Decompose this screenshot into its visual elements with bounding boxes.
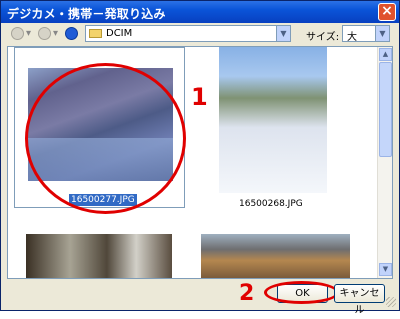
thumbnail-item[interactable]: 16500268.JPG <box>206 47 366 208</box>
folder-path-select[interactable]: DCIM ▼ <box>85 25 291 42</box>
back-icon <box>11 27 24 40</box>
thumbnail-item[interactable] <box>22 233 172 278</box>
folder-path-value: DCIM <box>106 28 133 39</box>
thumbnail-item[interactable] <box>201 233 351 278</box>
title-bar[interactable]: デジカメ・携帯－発取り込み × <box>1 1 399 23</box>
annotation-step-2: 2 <box>239 281 255 306</box>
close-button[interactable]: × <box>378 3 396 21</box>
thumbnail-filename: 16500268.JPG <box>239 199 303 208</box>
import-dialog: デジカメ・携帯－発取り込み × ▾ ▾ DCIM ▼ サイズ: 大 ▼ 1650… <box>0 0 400 316</box>
up-button[interactable] <box>65 25 78 42</box>
close-icon: × <box>381 3 393 19</box>
forward-dropdown-icon: ▾ <box>53 28 59 39</box>
thumbnail-image <box>219 47 327 193</box>
forward-button[interactable]: ▾ <box>38 25 58 42</box>
size-select[interactable]: 大 ▼ <box>342 25 390 43</box>
size-value: 大 <box>347 32 357 43</box>
forward-icon <box>38 27 51 40</box>
size-label: サイズ: <box>306 32 340 43</box>
annotation-circle-1 <box>25 63 186 214</box>
up-icon <box>65 27 78 40</box>
thumbnail-image <box>201 234 350 278</box>
size-grip-icon[interactable] <box>386 297 396 307</box>
chevron-down-icon[interactable]: ▼ <box>276 26 290 41</box>
annotation-step-1: 1 <box>191 83 208 111</box>
window-title: デジカメ・携帯－発取り込み <box>7 7 166 21</box>
scroll-up-button[interactable]: ▲ <box>379 48 392 61</box>
back-button[interactable]: ▾ <box>11 25 31 42</box>
chevron-down-icon[interactable]: ▼ <box>375 26 389 41</box>
cancel-button[interactable]: キャンセル <box>334 284 385 316</box>
folder-icon <box>89 29 102 38</box>
vertical-scrollbar[interactable]: ▲ ▼ <box>377 47 392 278</box>
scroll-thumb[interactable] <box>379 62 392 157</box>
thumbnail-image <box>26 234 172 278</box>
annotation-circle-2 <box>264 281 339 304</box>
scroll-down-button[interactable]: ▼ <box>379 263 392 276</box>
back-dropdown-icon: ▾ <box>26 28 32 39</box>
